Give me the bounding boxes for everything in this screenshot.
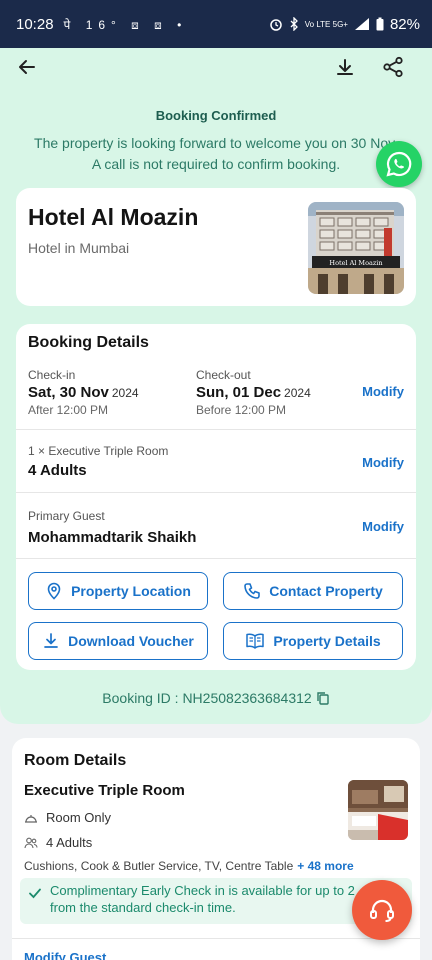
early-checkin-text: Complimentary Early Check in is availabl… (50, 883, 355, 915)
property-location-label: Property Location (71, 583, 191, 599)
booking-details-card: Booking Details Check-in Sat, 30 Nov 2024… (16, 324, 416, 670)
room-occupancy-text: 4 Adults (46, 835, 93, 850)
room-label: 1 × Executive Triple Room (28, 444, 169, 458)
hotel-photo[interactable]: Hotel Al Moazin (308, 202, 404, 294)
primary-guest-label: Primary Guest (28, 509, 105, 523)
book-icon (246, 633, 265, 649)
bluetooth-icon (290, 17, 298, 31)
hotel-subtitle: Hotel in Mumbai (28, 240, 130, 256)
divider (16, 558, 416, 559)
support-button[interactable] (352, 880, 412, 940)
toolbar (0, 52, 432, 82)
checkout-year: 2024 (284, 386, 311, 400)
whatsapp-button[interactable] (376, 141, 422, 187)
download-icon (44, 633, 58, 648)
property-details-label: Property Details (273, 633, 381, 649)
room-name: Executive Triple Room (24, 782, 185, 799)
room-photo[interactable] (348, 780, 408, 840)
divider (16, 429, 416, 430)
hotel-card[interactable]: Hotel Al Moazin Hotel in Mumbai Hotel Al… (16, 188, 416, 306)
hotel-sign-text: Hotel Al Moazin (329, 259, 382, 267)
divider (16, 492, 416, 493)
signal-icon (354, 18, 369, 30)
meal-plan: Room Only (24, 810, 111, 825)
download-voucher-label: Download Voucher (68, 633, 194, 649)
check-icon (29, 888, 41, 899)
amenities-list: Cushions, Cook & Butler Service, TV, Cen… (24, 859, 354, 873)
headset-icon (370, 899, 394, 922)
modify-guest-button[interactable]: Modify (362, 519, 404, 534)
property-location-button[interactable]: Property Location (28, 572, 208, 610)
checkin-year: 2024 (111, 386, 139, 400)
booking-id[interactable]: Booking ID : NH25082363684312 (0, 690, 432, 706)
network-label: Vo LTE 5G+ (304, 19, 348, 29)
checkout-date-text: Sun, 01 Dec (196, 384, 282, 401)
amenities-text: Cushions, Cook & Butler Service, TV, Cen… (24, 859, 294, 873)
checkin-date-text: Sat, 30 Nov (28, 384, 109, 401)
more-amenities-link[interactable]: + 48 more (297, 859, 353, 873)
modify-dates-button[interactable]: Modify (362, 384, 404, 399)
room-occupancy: 4 Adults (24, 835, 92, 850)
modify-guest-link[interactable]: Modify Guest (24, 950, 106, 960)
hotel-name: Hotel Al Moazin (28, 204, 199, 230)
checkin-date: Sat, 30 Nov 2024 (28, 384, 139, 401)
location-pin-icon (47, 582, 61, 600)
room-details-title: Room Details (24, 752, 127, 769)
booking-details-title: Booking Details (28, 334, 149, 351)
primary-guest-name: Mohammadtarik Shaikh (28, 529, 197, 546)
checkout-label: Check-out (196, 368, 251, 382)
copy-icon[interactable] (316, 691, 330, 705)
notification-icons: पे 16° ⧈ ⧈ • (63, 17, 188, 32)
whatsapp-icon (386, 151, 412, 177)
guest-count: 4 Adults (28, 462, 87, 479)
booking-id-text: Booking ID : NH25082363684312 (102, 690, 312, 706)
checkin-label: Check-in (28, 368, 76, 382)
contact-property-label: Contact Property (269, 583, 383, 599)
modify-room-button[interactable]: Modify (362, 455, 404, 470)
phone-icon (244, 583, 261, 599)
checkout-date: Sun, 01 Dec 2024 (196, 384, 311, 401)
property-details-button[interactable]: Property Details (223, 622, 403, 660)
cloche-icon (25, 814, 37, 823)
contact-property-button[interactable]: Contact Property (223, 572, 403, 610)
status-bar: 10:28 पे 16° ⧈ ⧈ • Vo LTE 5G+ 82% (0, 0, 432, 48)
alarm-icon (270, 19, 282, 31)
booking-confirmed-title: Booking Confirmed (155, 108, 277, 123)
status-time: 10:28 (16, 15, 54, 33)
status-right: Vo LTE 5G+ 82% (269, 16, 420, 33)
download-voucher-button[interactable]: Download Voucher (28, 622, 208, 660)
battery-level: 82% (389, 15, 420, 33)
share-icon[interactable] (378, 52, 408, 82)
arrow-left-icon[interactable] (12, 52, 42, 82)
download-icon[interactable] (330, 52, 360, 82)
checkin-time: After 12:00 PM (28, 403, 109, 417)
divider (12, 938, 420, 939)
users-icon (24, 837, 38, 848)
confirmation-message: The property is looking forward to welco… (0, 133, 432, 175)
confirmation-line-2: A call is not required to confirm bookin… (91, 156, 341, 172)
confirmation-line-1: The property is looking forward to welco… (34, 135, 398, 151)
meal-plan-text: Room Only (46, 810, 112, 825)
battery-icon (376, 17, 384, 31)
checkout-time: Before 12:00 PM (196, 403, 287, 417)
